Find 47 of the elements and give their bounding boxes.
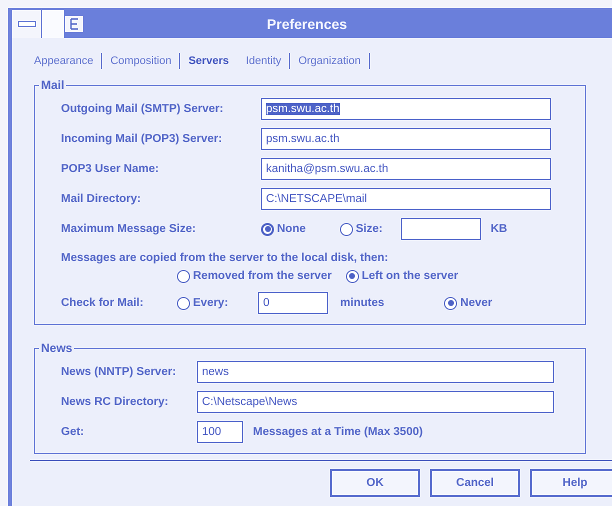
field-label: Outgoing Mail (SMTP) Server:: [61, 103, 224, 115]
radio-button[interactable]: [346, 270, 359, 282]
tab[interactable]: Organization: [290, 53, 370, 69]
field-label: Check for Mail:: [61, 297, 144, 309]
radio-label: Every:: [193, 297, 228, 309]
dialog-button[interactable]: Cancel: [430, 469, 520, 497]
system-menu-icon[interactable]: [12, 10, 42, 38]
group-title: News: [40, 341, 74, 355]
input-field[interactable]: C:\NETSCAPE\mail: [261, 188, 551, 210]
radio-button[interactable]: [177, 270, 190, 282]
input-field[interactable]: psm.swu.ac.th: [261, 98, 551, 120]
input-field[interactable]: [400, 218, 481, 240]
field-label: Get:: [61, 426, 85, 438]
radio-label: Left on the server: [362, 270, 458, 282]
input-field[interactable]: kanitha@psm.swu.ac.th: [261, 158, 551, 180]
field-label: Messages at a Time (Max 3500): [253, 426, 423, 438]
field-label: News (NNTP) Server:: [61, 366, 178, 378]
tab[interactable]: Identity: [238, 53, 290, 69]
input-field[interactable]: psm.swu.ac.th: [261, 128, 551, 150]
unit-label: minutes: [340, 297, 384, 309]
tab[interactable]: Composition: [102, 53, 180, 69]
tab[interactable]: Appearance: [34, 53, 102, 69]
radio-label: Size:: [356, 223, 383, 235]
instruction-text: Messages are copied from the server to the local disk, then:: [61, 252, 390, 264]
field-label: Mail Directory:: [61, 193, 142, 205]
radio-label: Never: [460, 297, 492, 309]
input-field[interactable]: 0: [258, 292, 328, 314]
radio-button[interactable]: [340, 222, 353, 236]
dialog-button[interactable]: Help: [530, 469, 612, 497]
field-label: POP3 User Name:: [61, 163, 160, 175]
document-icon: [64, 15, 84, 33]
field-label: Incoming Mail (POP3) Server:: [61, 133, 224, 145]
field-label: Maximum Message Size:: [61, 223, 197, 235]
radio-button[interactable]: [444, 296, 458, 310]
field-label: News RC Directory:: [61, 396, 170, 408]
radio-label: None: [277, 223, 306, 235]
window-title: Preferences: [266, 16, 348, 32]
group-title: Mail: [40, 78, 66, 92]
radio-label: Removed from the server: [193, 270, 332, 282]
input-field[interactable]: news: [197, 361, 554, 383]
dialog-button[interactable]: OK: [330, 469, 420, 497]
radio-button[interactable]: [177, 296, 190, 310]
input-field[interactable]: C:\Netscape\News: [197, 391, 554, 413]
tab[interactable]: Servers: [180, 53, 238, 69]
input-field[interactable]: 100: [197, 421, 243, 443]
unit-label: KB: [490, 223, 508, 235]
radio-button[interactable]: [261, 222, 274, 236]
